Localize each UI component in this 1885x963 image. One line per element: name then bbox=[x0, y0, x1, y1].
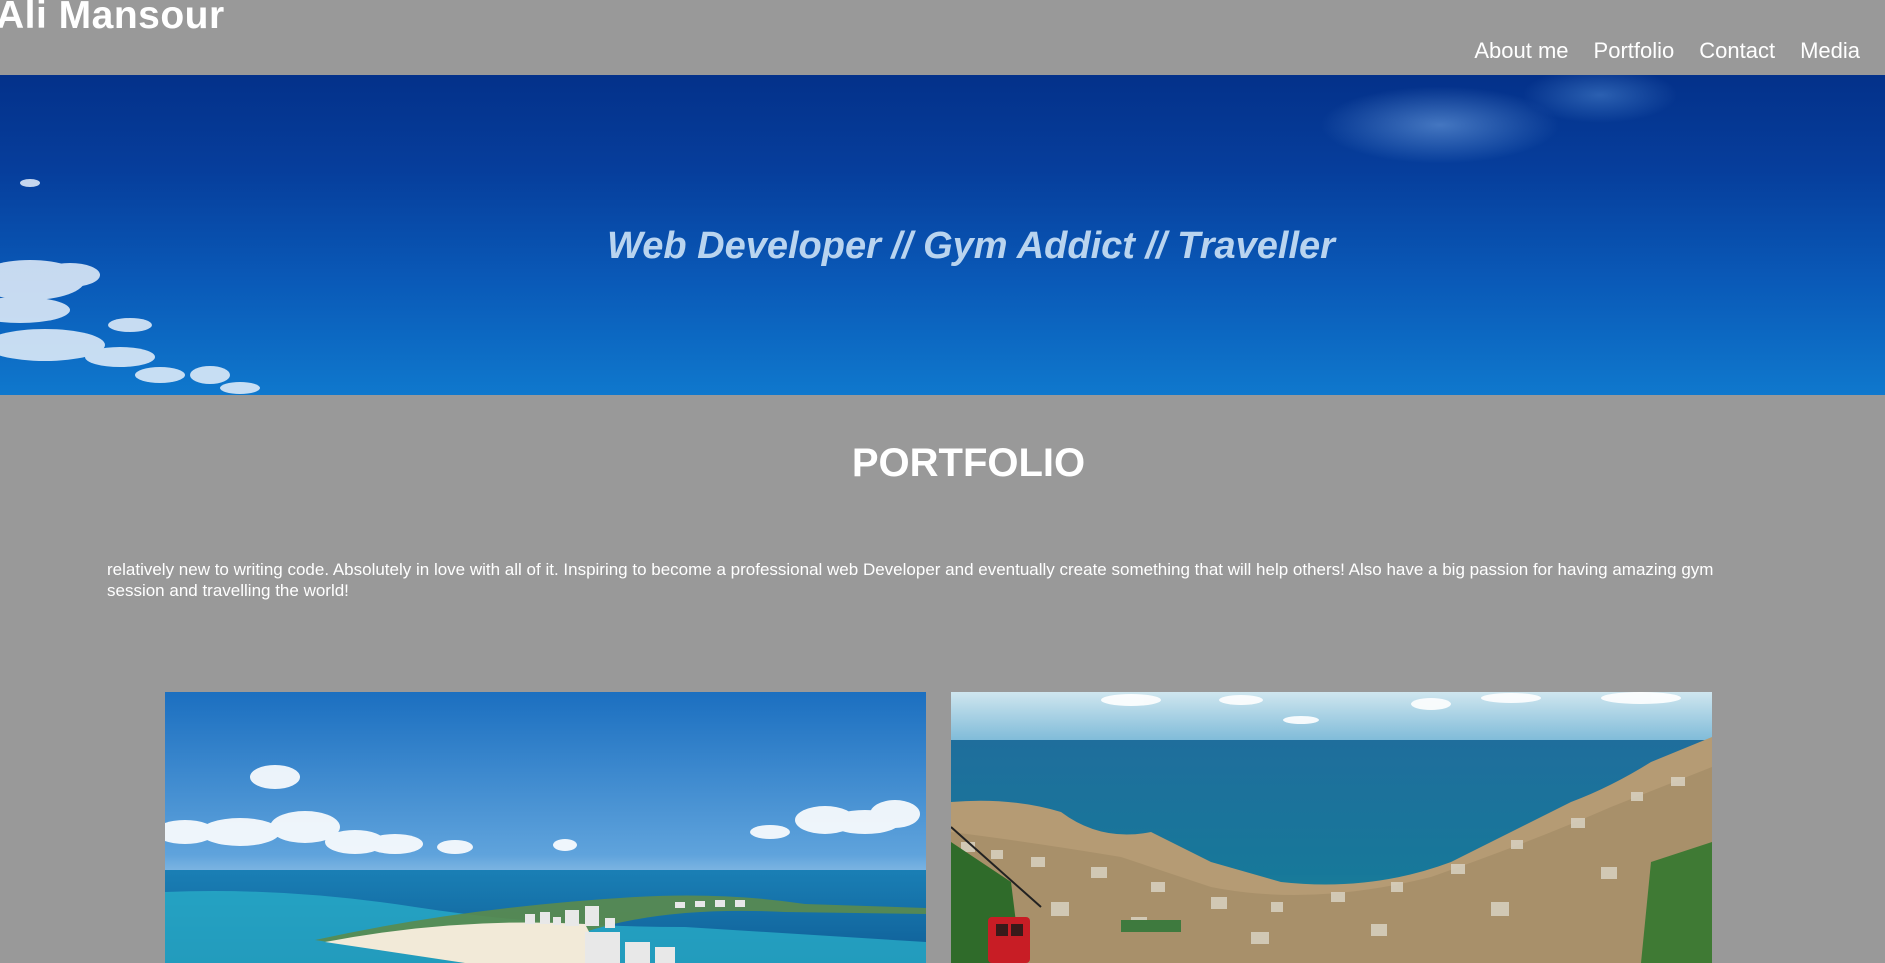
site-logo-text[interactable]: Ali Mansour bbox=[0, 0, 225, 38]
nav-link-media[interactable]: Media bbox=[1800, 38, 1860, 64]
portfolio-heading: PORTFOLIO bbox=[851, 441, 1086, 485]
hero-tagline: Web Developer // Gym Addict // Traveller bbox=[607, 225, 1335, 267]
nav-link-contact[interactable]: Contact bbox=[1699, 38, 1775, 64]
hero-banner: Web Developer // Gym Addict // Traveller bbox=[0, 75, 1885, 395]
portfolio-image-bay[interactable] bbox=[951, 692, 1712, 963]
site-header: Ali Mansour About me Portfolio Contact M… bbox=[0, 0, 1885, 75]
portfolio-intro-text: relatively new to writing code. Absolute… bbox=[107, 560, 1714, 600]
nav-link-about-me[interactable]: About me bbox=[1474, 38, 1568, 64]
main-nav: About me Portfolio Contact Media bbox=[1474, 38, 1860, 64]
nav-link-portfolio[interactable]: Portfolio bbox=[1594, 38, 1675, 64]
page: Ali Mansour About me Portfolio Contact M… bbox=[0, 0, 1885, 963]
portfolio-image-beach[interactable] bbox=[165, 692, 926, 963]
